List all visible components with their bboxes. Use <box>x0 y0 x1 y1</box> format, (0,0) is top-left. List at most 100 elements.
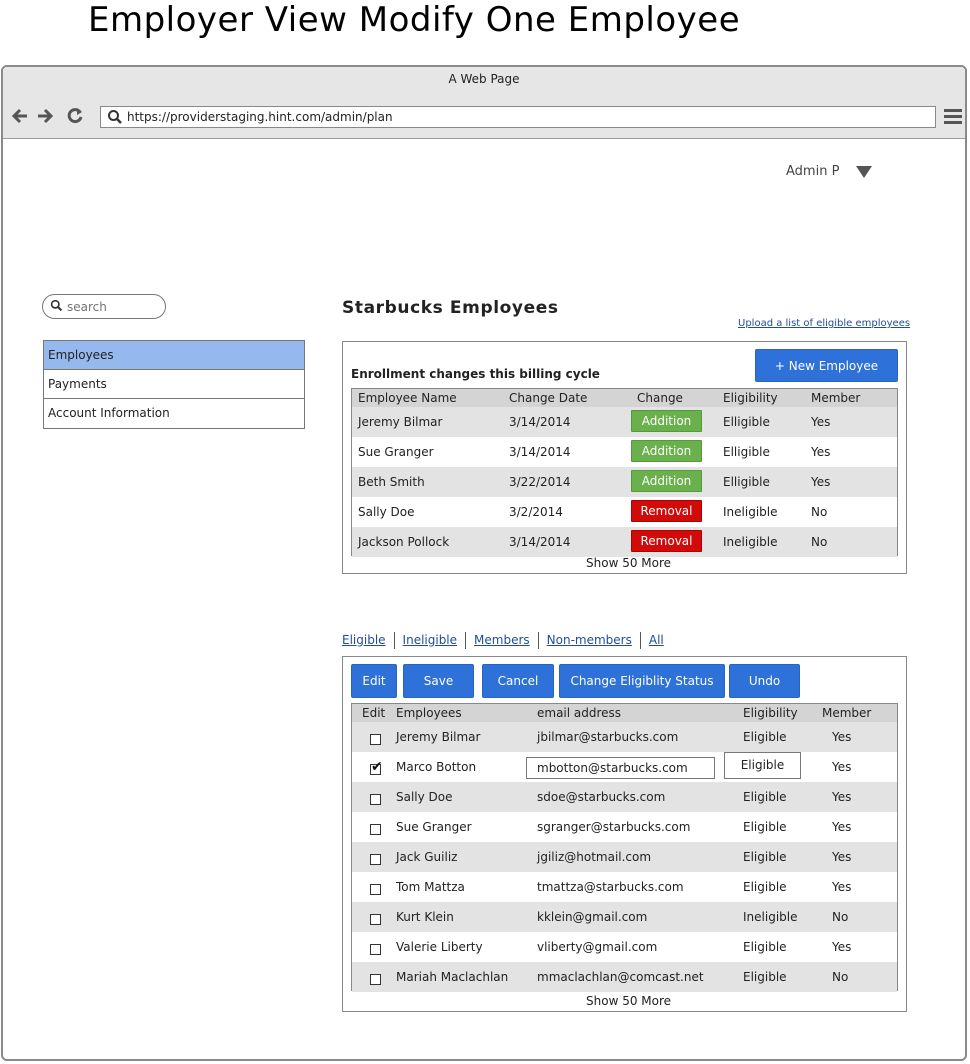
search-input[interactable] <box>65 297 165 317</box>
email-address: jbilmar@starbucks.com <box>537 730 679 744</box>
email-value: mbotton@starbucks.com <box>537 761 688 775</box>
row-checkbox[interactable] <box>370 824 381 835</box>
email-field[interactable]: mbotton@starbucks.com <box>526 757 715 779</box>
table-row: Sue Granger sgranger@starbucks.com Eligibl… <box>352 812 897 842</box>
row-checkbox[interactable] <box>370 974 381 985</box>
change-date: 3/14/2014 <box>509 415 571 429</box>
new-employee-button[interactable]: + New Employee <box>755 349 898 382</box>
row-checkbox[interactable] <box>370 944 381 955</box>
table-row: Kurt Klein kklein@gmail.com Ineligible No <box>352 902 897 932</box>
member-status: No <box>811 535 828 549</box>
email-address: sdoe@starbucks.com <box>537 790 666 804</box>
row-checkbox[interactable] <box>370 854 381 865</box>
row-checkbox[interactable] <box>370 794 381 805</box>
upload-eligible-link[interactable]: Upload a list of eligible employees <box>738 318 910 329</box>
eligibility: Ineligible <box>723 535 778 549</box>
employee-name: Mariah Maclachlan <box>396 970 509 984</box>
email-address: jgiliz@hotmail.com <box>537 850 652 864</box>
employee-name: Tom Mattza <box>396 880 465 894</box>
table-row: Sally Doe 3/2/2014 Removal Ineligible No <box>352 497 897 527</box>
employees-show-more[interactable]: Show 50 More <box>586 994 671 1008</box>
email-address: sgranger@starbucks.com <box>537 820 691 834</box>
eligibility: Eligible <box>743 730 787 744</box>
table-row: Jackson Pollock 3/14/2014 Removal Ineligibl… <box>352 527 897 557</box>
sidebar-item-account-information[interactable]: Account Information <box>44 399 304 428</box>
table-row: ✔ Marco Botton mbotton@starbucks.com Eligib… <box>352 752 897 782</box>
sidebar-nav: Employees Payments Account Information <box>43 340 305 429</box>
change-badge: Addition <box>631 410 702 432</box>
eligibility: Eligible <box>743 880 787 894</box>
table-row: Jack Guiliz jgiliz@hotmail.com Eligible Yes <box>352 842 897 872</box>
change-eligibility-status-button[interactable]: Change Eligiblity Status <box>559 664 725 698</box>
employees-table: Edit Employees email address Eligibility… <box>351 703 898 992</box>
employee-name: Beth Smith <box>358 475 425 489</box>
user-menu-label[interactable]: Admin P <box>786 164 839 179</box>
member-status: Yes <box>811 475 831 489</box>
member-status: Yes <box>832 760 852 774</box>
column-header: Edit <box>362 706 386 720</box>
table-row: Sue Granger 3/14/2014 Addition Elligible Yes <box>352 437 897 467</box>
row-checkbox[interactable] <box>370 734 381 745</box>
employee-name: Marco Botton <box>396 760 477 774</box>
eligibility: Eligible <box>743 970 787 984</box>
search-icon <box>107 109 123 131</box>
eligibility: Eligible <box>743 790 787 804</box>
filter-ineligible[interactable]: Ineligible <box>399 633 461 647</box>
forward-arrow-icon[interactable] <box>35 106 55 126</box>
employee-name: Sue Granger <box>358 445 434 459</box>
column-header: Employees <box>396 706 462 720</box>
cancel-button[interactable]: Cancel <box>482 664 554 698</box>
back-arrow-icon[interactable] <box>10 106 30 126</box>
enrollment-title: Enrollment changes this billing cycle <box>351 367 600 381</box>
eligibility: Ineligible <box>743 910 798 924</box>
filter-non-members[interactable]: Non-members <box>543 633 636 647</box>
member-status: Yes <box>811 415 831 429</box>
member-status: Yes <box>811 445 831 459</box>
search-icon <box>50 299 63 315</box>
checkmark-icon: ✔ <box>371 759 383 775</box>
column-header: email address <box>537 706 622 720</box>
address-bar[interactable]: https://providerstaging.hint.com/admin/p… <box>100 106 936 128</box>
row-checkbox[interactable]: ✔ <box>370 760 383 775</box>
search-box <box>42 294 166 319</box>
table-row: Mariah Maclachlan mmaclachlan@comcast.net… <box>352 962 897 992</box>
enrollment-show-more[interactable]: Show 50 More <box>586 556 671 570</box>
edit-button[interactable]: Edit <box>351 664 397 698</box>
employee-name: Jeremy Bilmar <box>358 415 443 429</box>
table-header: Edit Employees email address Eligibility… <box>352 704 897 722</box>
divider <box>537 632 539 649</box>
eligibility: Elligible <box>723 475 770 489</box>
employee-name: Sally Doe <box>396 790 453 804</box>
email-address: mmaclachlan@comcast.net <box>537 970 704 984</box>
member-status: Yes <box>832 820 852 834</box>
employee-name: Jack Guiliz <box>396 850 458 864</box>
table-row: Jeremy Bilmar jbilmar@starbucks.com Eligib… <box>352 722 897 752</box>
caret-down-icon[interactable] <box>856 166 872 178</box>
divider <box>393 632 395 649</box>
eligibility: Ineligible <box>723 505 778 519</box>
change-badge: Addition <box>631 440 702 462</box>
reload-icon[interactable] <box>65 106 85 126</box>
undo-button[interactable]: Undo <box>729 664 800 698</box>
sidebar-item-payments[interactable]: Payments <box>44 370 304 399</box>
table-row: Sally Doe sdoe@starbucks.com Eligible Yes <box>352 782 897 812</box>
email-address: tmattza@starbucks.com <box>537 880 684 894</box>
eligibility: Eligible <box>743 820 787 834</box>
row-checkbox[interactable] <box>370 914 381 925</box>
filter-members[interactable]: Members <box>470 633 534 647</box>
save-button[interactable]: Save <box>403 664 474 698</box>
column-header: Change <box>637 391 683 405</box>
window-title: A Web Page <box>3 67 965 98</box>
row-checkbox[interactable] <box>370 884 381 895</box>
employee-name: Kurt Klein <box>396 910 454 924</box>
column-header: Member <box>822 706 872 720</box>
filter-eligible[interactable]: Eligible <box>342 633 390 647</box>
hamburger-menu-icon[interactable] <box>944 109 962 125</box>
eligibility-select[interactable]: Eligible <box>724 752 801 779</box>
change-badge: Addition <box>631 470 702 492</box>
table-row: Valerie Liberty vliberty@gmail.com Eligibl… <box>352 932 897 962</box>
change-date: 3/14/2014 <box>509 535 571 549</box>
filter-all[interactable]: All <box>645 633 668 647</box>
sidebar-item-employees[interactable]: Employees <box>44 341 304 370</box>
column-header: Employee Name <box>358 391 457 405</box>
